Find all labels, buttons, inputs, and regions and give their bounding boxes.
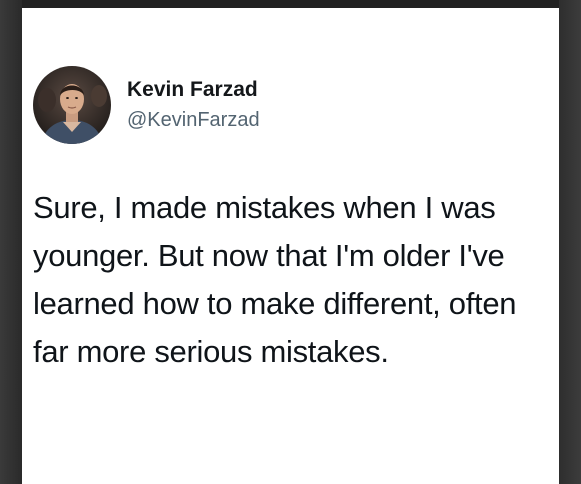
tweet-card: Kevin Farzad @KevinFarzad Sure, I made m… <box>22 8 559 484</box>
avatar[interactable] <box>33 66 111 144</box>
tweet-text-line-4: far more serious mistakes. <box>33 334 389 369</box>
screenshot-top-edge <box>0 0 581 8</box>
tweet-text-line-3: learned how to make different, often <box>33 286 517 321</box>
tweet-text-line-1: Sure, I made mistakes when I was <box>33 190 496 225</box>
tweet-text: Sure, I made mistakes when I was younger… <box>33 184 555 376</box>
screenshot-left-edge <box>0 0 22 484</box>
tweet-text-line-2: younger. But now that I'm older I've <box>33 238 505 273</box>
author-handle[interactable]: @KevinFarzad <box>127 108 260 132</box>
screenshot-right-edge <box>559 0 581 484</box>
profile-photo-icon <box>33 66 111 144</box>
author-name[interactable]: Kevin Farzad <box>127 78 258 102</box>
